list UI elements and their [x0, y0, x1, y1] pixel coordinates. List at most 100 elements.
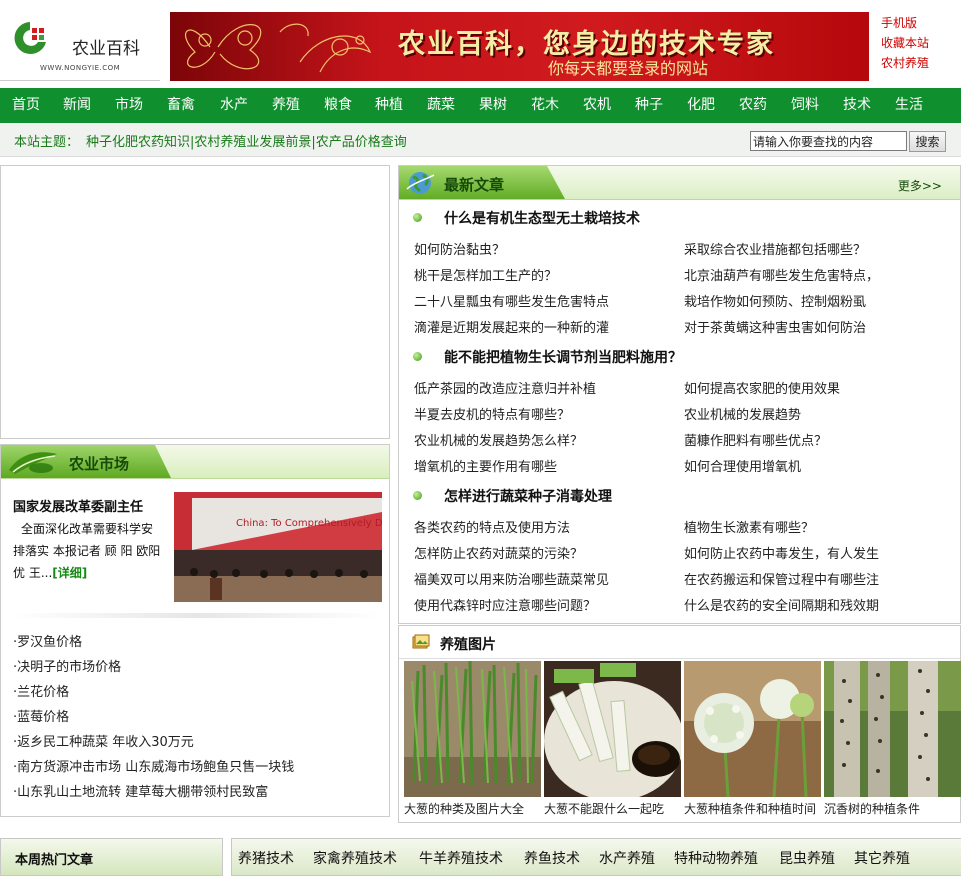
globe-icon	[406, 172, 435, 194]
article-link[interactable]: 如何防治黏虫？	[414, 239, 505, 258]
nav-item-pesticide[interactable]: 农药	[739, 88, 767, 123]
scallion-flower-image[interactable]	[684, 661, 821, 797]
picture-card[interactable]: 沉香树的种植条件	[824, 661, 961, 817]
nav-item-news[interactable]: 新闻	[63, 88, 91, 123]
article-link[interactable]: 桃干是怎样加工生产的？	[414, 265, 557, 284]
market-list-item[interactable]: ·南方货源冲击市场 山东威海市场鲍鱼只售一块钱	[13, 760, 294, 775]
article-group-title[interactable]: 能不能把植物生长调节剂当肥料施用？	[413, 347, 682, 367]
picture-caption[interactable]: 大葱的种类及图片大全	[404, 800, 541, 817]
bookmark-link[interactable]: 收藏本站	[881, 33, 929, 53]
nav-item-life[interactable]: 生活	[895, 88, 923, 123]
latest-articles-section: 最新文章 更多>> 什么是有机生态型无土栽培技术 如何防治黏虫？ 采取综合农业措…	[398, 165, 961, 624]
article-link[interactable]: 农业机械的发展趋势怎么样？	[414, 430, 583, 449]
tab-fish-farming[interactable]: 养鱼技术	[524, 848, 580, 868]
nav-item-fertilizer[interactable]: 化肥	[687, 88, 715, 123]
green-bullet-icon	[413, 491, 422, 500]
search-button[interactable]: 搜索	[909, 131, 946, 152]
pictures-header: 养殖图片	[399, 626, 960, 659]
nav-item-breeding[interactable]: 养殖	[272, 88, 300, 123]
nav-item-livestock[interactable]: 畜禽	[167, 88, 195, 123]
nav-item-technology[interactable]: 技术	[843, 88, 871, 123]
mobile-link[interactable]: 手机版	[881, 13, 929, 33]
article-group-title[interactable]: 怎样进行蔬菜种子消毒处理	[413, 486, 612, 506]
butterfly-ornament-icon	[185, 23, 372, 73]
tab-cattle-sheep-farming[interactable]: 牛羊养殖技术	[419, 848, 503, 868]
article-group-title-text: 什么是有机生态型无土栽培技术	[444, 211, 640, 227]
market-detail-link[interactable]: [详细]	[52, 566, 87, 580]
article-link[interactable]: 怎样防止农药对蔬菜的污染？	[414, 543, 583, 562]
tab-poultry-farming[interactable]: 家禽养殖技术	[313, 848, 397, 868]
nav-item-home[interactable]: 首页	[12, 88, 40, 123]
tab-aquaculture[interactable]: 水产养殖	[599, 848, 655, 868]
article-link[interactable]: 各类农药的特点及使用方法	[414, 517, 570, 536]
left-ad-placeholder	[0, 165, 390, 439]
article-link[interactable]: 福美双可以用来防治哪些蔬菜常见	[414, 569, 609, 588]
logo-title: 农业百科	[72, 39, 140, 59]
market-list-item[interactable]: ·蓝莓价格	[13, 710, 69, 725]
scallion-field-image[interactable]	[404, 661, 541, 797]
market-list-item[interactable]: ·决明子的市场价格	[13, 660, 121, 675]
market-feature-image[interactable]: China: To Comprehensively Deep	[174, 492, 382, 602]
nav-item-feed[interactable]: 饲料	[791, 88, 819, 123]
nav-item-vegetables[interactable]: 蔬菜	[427, 88, 455, 123]
nav-item-seeds[interactable]: 种子	[635, 88, 663, 123]
picture-card[interactable]: 大葱种植条件和种植时间	[684, 661, 821, 817]
article-link[interactable]: 菌糠作肥料有哪些优点？	[684, 430, 827, 449]
site-logo[interactable]: 农业百科 WWW.NONGYIE.COM	[0, 8, 160, 81]
market-list-item[interactable]: ·返乡民工种蔬菜 年收入30万元	[13, 735, 194, 750]
nav-item-flowers[interactable]: 花木	[531, 88, 559, 123]
tab-special-animals[interactable]: 特种动物养殖	[674, 848, 758, 868]
article-link[interactable]: 如何合理使用增氧机	[684, 456, 801, 475]
article-link[interactable]: 如何提高农家肥的使用效果	[684, 378, 840, 397]
market-list-item[interactable]: ·山东乳山土地流转 建草莓大棚带领村民致富	[13, 785, 268, 800]
article-link[interactable]: 如何防止农药中毒发生，有人发生	[684, 543, 879, 562]
article-link[interactable]: 增氧机的主要作用有哪些	[414, 456, 557, 475]
market-list-item[interactable]: ·兰花价格	[13, 685, 69, 700]
nav-item-market[interactable]: 市场	[115, 88, 143, 123]
nav-item-aquatic[interactable]: 水产	[220, 88, 248, 123]
article-link[interactable]: 北京油葫芦有哪些发生危害特点，	[684, 265, 879, 284]
latest-title: 最新文章	[444, 176, 505, 194]
green-bullet-icon	[413, 352, 422, 361]
article-link[interactable]: 二十八星瓢虫有哪些发生危害特点	[414, 291, 609, 310]
picture-card[interactable]: 大葱的种类及图片大全	[404, 661, 541, 817]
article-link[interactable]: 采取综合农业措施都包括哪些？	[684, 239, 866, 258]
article-link[interactable]: 低产茶园的改造应注意归并补植	[414, 378, 596, 397]
picture-caption[interactable]: 沉香树的种植条件	[824, 800, 961, 817]
article-link[interactable]: 植物生长激素有哪些？	[684, 517, 814, 536]
market-list: ·罗汉鱼价格 ·决明子的市场价格 ·兰花价格 ·蓝莓价格 ·返乡民工种蔬菜 年收…	[13, 630, 294, 805]
market-list-item[interactable]: ·罗汉鱼价格	[13, 635, 82, 650]
latest-header: 最新文章 更多>>	[399, 166, 960, 200]
picture-caption[interactable]: 大葱种植条件和种植时间	[684, 800, 821, 817]
banner-subslogan: 你每天都要登录的网站	[548, 59, 709, 78]
rural-breeding-link[interactable]: 农村养殖	[881, 53, 929, 73]
topic-bar: 本站主题： 种子化肥农药知识|农村养殖业发展前景|农产品价格查询 搜索	[0, 123, 961, 157]
nav-item-grain[interactable]: 粮食	[324, 88, 352, 123]
topic-links[interactable]: 种子化肥农药知识|农村养殖业发展前景|农产品价格查询	[86, 131, 407, 150]
tab-pig-farming[interactable]: 养猪技术	[238, 848, 294, 868]
article-link[interactable]: 什么是农药的安全间隔期和残效期	[684, 595, 879, 614]
agarwood-tree-image[interactable]	[824, 661, 961, 797]
article-link[interactable]: 滴灌是近期发展起来的一种新的灌	[414, 317, 609, 336]
article-link[interactable]: 农业机械的发展趋势	[684, 404, 801, 423]
search-input[interactable]	[750, 131, 907, 151]
nav-item-machinery[interactable]: 农机	[583, 88, 611, 123]
scallion-dish-image[interactable]	[544, 661, 681, 797]
latest-more-link[interactable]: 更多>>	[898, 177, 942, 194]
article-group-title[interactable]: 什么是有机生态型无土栽培技术	[413, 208, 640, 228]
nav-item-planting[interactable]: 种植	[375, 88, 403, 123]
header-banner[interactable]: 农业百科，您身边的技术专家 你每天都要登录的网站	[170, 12, 869, 81]
picture-card[interactable]: 大葱不能跟什么一起吃	[544, 661, 681, 817]
picture-caption[interactable]: 大葱不能跟什么一起吃	[544, 800, 681, 817]
tab-insect-farming[interactable]: 昆虫养殖	[779, 848, 835, 868]
site-header: 农业百科 WWW.NONGYIE.COM 农业百科，您身边的技术专家 你每天都要…	[0, 0, 961, 88]
article-link[interactable]: 半夏去皮机的特点有哪些？	[414, 404, 570, 423]
article-link[interactable]: 对于茶黄螨这种害虫害如何防治	[684, 317, 866, 336]
nav-item-fruit-trees[interactable]: 果树	[479, 88, 507, 123]
market-feature-title[interactable]: 国家发展改革委副主任	[13, 496, 143, 515]
article-link[interactable]: 在农药搬运和保管过程中有哪些注	[684, 569, 879, 588]
article-link[interactable]: 使用代森锌时应注意哪些问题？	[414, 595, 596, 614]
article-link[interactable]: 栽培作物如何预防、控制烟粉虱	[684, 291, 866, 310]
tab-other-farming[interactable]: 其它养殖	[854, 848, 910, 868]
market-title: 农业市场	[69, 455, 130, 473]
